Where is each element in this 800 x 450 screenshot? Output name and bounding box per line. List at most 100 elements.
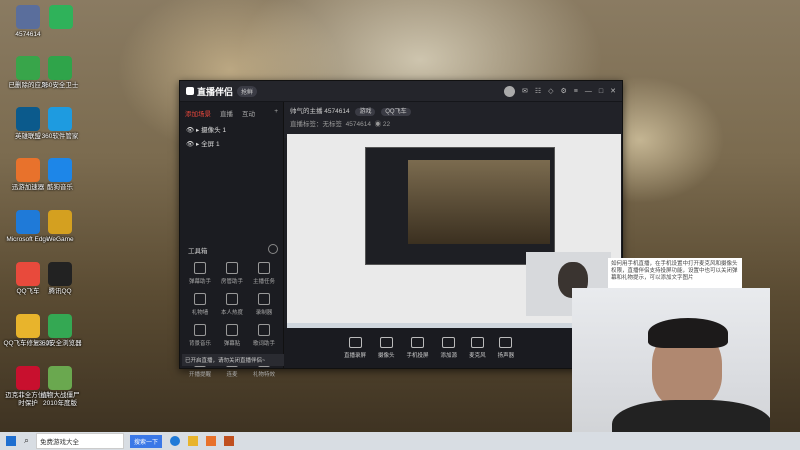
tool-icon [226, 293, 238, 305]
bottom-button[interactable]: 直播录屏 [344, 337, 366, 359]
tab-live[interactable]: 直播 [220, 108, 233, 118]
chat-icon[interactable]: ☷ [535, 87, 541, 95]
desktop-icon[interactable]: 360安全卫士 [35, 56, 85, 90]
tool-item[interactable]: 主播任务 [248, 262, 280, 285]
tool-label: 弹幕贴 [223, 341, 241, 347]
software-icon [48, 107, 72, 131]
desktop-icon[interactable]: 植物大战僵尸2010年度版 [35, 366, 85, 408]
screen-record-icon [49, 5, 73, 29]
windows-start-icon[interactable] [6, 436, 16, 446]
bottom-button-icon [348, 337, 362, 348]
title-bar: 直播伴侣 抢鲜 ✉ ☷ ◇ ⚙ ≡ — □ ✕ [180, 81, 622, 102]
room-info: 直播标签：无标签 [290, 121, 342, 128]
search-input[interactable]: 免费游戏大全 [36, 433, 124, 449]
tool-label: 录制器 [255, 310, 273, 316]
desktop-icon[interactable]: 酷狗音乐 [35, 158, 85, 192]
app-taskbar-icon[interactable] [206, 436, 217, 446]
bottom-button-label: 麦克风 [469, 353, 486, 359]
shirt-icon[interactable]: ◇ [548, 87, 553, 95]
bottom-button-icon [379, 337, 393, 348]
tool-icon [194, 262, 206, 274]
status-notice: 已开启直播，请勿关闭直播伴侣~ [182, 354, 288, 366]
tool-item[interactable]: 弹幕助手 [184, 262, 216, 285]
tool-label: 本人热度 [220, 310, 243, 316]
tool-item[interactable]: 礼物墙 [184, 293, 216, 316]
search-button[interactable]: 搜索一下 [130, 434, 163, 448]
nested-preview-image [408, 160, 550, 244]
tool-label: 弹幕助手 [188, 279, 211, 285]
add-scene-icon[interactable]: + [274, 108, 278, 118]
explorer-taskbar-icon[interactable] [188, 436, 199, 446]
tool-item[interactable]: 录制器 [248, 293, 280, 316]
browser-icon [48, 314, 72, 338]
bottom-button-label: 直播录屏 [344, 353, 367, 359]
person-hair [648, 318, 728, 348]
app-title: 直播伴侣 [197, 86, 234, 97]
bottom-button-label: 摄像头 [378, 353, 395, 359]
bottom-button[interactable]: 麦克风 [469, 337, 486, 359]
bottom-button[interactable]: 扬声器 [498, 337, 514, 359]
tool-icon [194, 324, 206, 336]
bottom-button[interactable]: 添加源 [440, 337, 458, 359]
wegame-icon [48, 210, 72, 234]
search-text: 免费游戏大全 [40, 439, 79, 446]
app2-taskbar-icon[interactable] [224, 436, 235, 446]
desktop-icon[interactable]: 360安全浏览器 [35, 314, 85, 348]
version-badge: 抢鲜 [237, 85, 258, 97]
maximize-icon[interactable]: □ [599, 88, 603, 95]
tool-icon [194, 293, 206, 305]
tool-icon [226, 262, 238, 274]
desktop-icon[interactable] [36, 5, 86, 31]
edge-taskbar-icon[interactable] [170, 436, 181, 446]
minimize-icon[interactable]: — [585, 88, 592, 95]
taskbar: ⌕ 免费游戏大全 搜索一下 [0, 432, 800, 450]
tool-item[interactable]: 背景音乐 [184, 324, 216, 347]
desktop-icon[interactable]: 360软件管家 [35, 107, 85, 141]
menu-icon[interactable]: ≡ [574, 88, 578, 95]
stream-badge[interactable]: 游戏 [355, 108, 376, 116]
bottom-button-label: 添加源 [440, 353, 458, 359]
toolbox-more-icon[interactable] [268, 244, 278, 254]
bottom-button-icon [442, 337, 456, 348]
tool-label: 礼物墙 [191, 310, 209, 316]
bottom-button[interactable]: 手机投屏 [407, 337, 429, 359]
close-icon[interactable]: ✕ [610, 87, 616, 95]
tool-label: 开播提醒 [188, 372, 211, 378]
stream-category[interactable]: QQ飞车 [381, 108, 411, 116]
tool-item[interactable]: 本人热度 [216, 293, 248, 316]
scene-label: 全屏 1 [201, 141, 220, 148]
tool-label: 主播任务 [252, 279, 275, 285]
tool-icon [226, 324, 238, 336]
avatar[interactable] [503, 85, 515, 97]
mail-icon[interactable]: ✉ [522, 87, 528, 95]
tool-item[interactable]: 弹幕贴 [216, 324, 248, 347]
bottom-button[interactable]: 摄像头 [378, 337, 395, 359]
tool-item[interactable]: 歌词助手 [248, 324, 280, 347]
search-icon[interactable]: ⌕ [24, 435, 29, 446]
scene-tabs: 添加场景 直播 互动 + [180, 102, 283, 122]
desktop-icon[interactable]: 腾讯QQ [35, 262, 85, 296]
tool-label: 礼物特效 [252, 372, 275, 378]
desktop-icon-label: WeGame [46, 236, 74, 243]
music-icon [48, 158, 72, 182]
bottom-button-icon [499, 337, 513, 348]
plant-icon [48, 366, 72, 390]
tab-add-scene[interactable]: 添加场景 [185, 108, 211, 118]
viewer-count: 22 [382, 121, 391, 128]
stream-info-bar: 帅气的主播 4574614 游戏 QQ飞车 直播标签：无标签 4574614 ◉… [284, 102, 622, 138]
shield-icon [48, 56, 72, 80]
desktop-icon-label: 360安全卫士 [41, 82, 79, 89]
app-logo-icon [186, 87, 194, 95]
app-logo: 直播伴侣 [186, 85, 233, 98]
scene-item-camera[interactable]: 👁 ▸ 摄像头 1 [180, 122, 283, 136]
scene-item-fullscreen[interactable]: 👁 ▸ 全屏 1 [180, 136, 283, 150]
nested-preview-window [365, 147, 555, 265]
stream-title[interactable]: 帅气的主播 4574614 [290, 108, 350, 115]
streaming-app-window: 直播伴侣 抢鲜 ✉ ☷ ◇ ⚙ ≡ — □ ✕ 添加场景 直播 互动 + 👁 ▸… [179, 80, 623, 378]
desktop-icon-label: 360软件管家 [41, 133, 79, 140]
tool-label: 歌词助手 [252, 341, 275, 347]
tab-interact[interactable]: 互动 [242, 108, 255, 118]
desktop-icon[interactable]: WeGame [35, 210, 85, 244]
settings-icon[interactable]: ⚙ [561, 87, 567, 95]
tool-item[interactable]: 房管助手 [216, 262, 248, 285]
